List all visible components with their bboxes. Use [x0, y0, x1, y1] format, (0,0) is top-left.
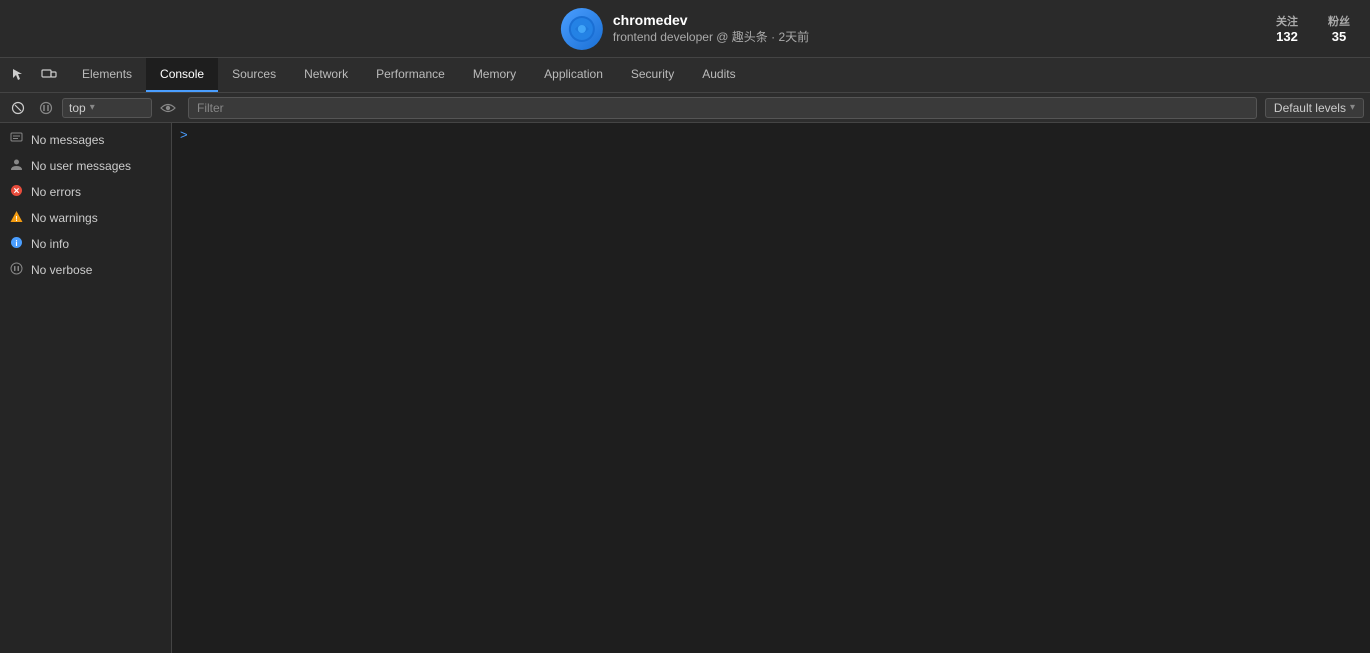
- sidebar-item-verbose[interactable]: No verbose: [0, 257, 171, 283]
- log-levels-button[interactable]: Default levels ▾: [1265, 98, 1364, 118]
- tab-elements[interactable]: Elements: [68, 58, 146, 92]
- profile-stats: 关注 132 粉丝 35: [1276, 13, 1350, 44]
- user-info: chromedev frontend developer @ 趣头条 · 2天前: [613, 12, 809, 45]
- avatar: [561, 8, 603, 50]
- sidebar-messages-label: No messages: [31, 133, 104, 147]
- devtools-icons-left: [0, 58, 68, 92]
- stat-fans: 粉丝 35: [1328, 13, 1350, 44]
- sidebar-errors-label: No errors: [31, 185, 81, 199]
- console-output[interactable]: >: [172, 123, 1370, 653]
- device-toolbar-icon[interactable]: [36, 62, 62, 88]
- filter-input[interactable]: [197, 101, 1248, 115]
- prompt-symbol: >: [180, 127, 188, 142]
- svg-text:i: i: [15, 239, 17, 248]
- log-levels-label: Default levels: [1274, 101, 1346, 115]
- sidebar-item-messages[interactable]: No messages: [0, 127, 171, 153]
- info-icon: i: [10, 236, 23, 252]
- svg-text:✕: ✕: [13, 187, 20, 196]
- user-subtitle: frontend developer @ 趣头条 · 2天前: [613, 28, 809, 45]
- context-selector[interactable]: top ▾: [62, 98, 152, 118]
- tab-performance[interactable]: Performance: [362, 58, 459, 92]
- user-profile: chromedev frontend developer @ 趣头条 · 2天前: [561, 8, 809, 50]
- sidebar-item-warnings[interactable]: ! No warnings: [0, 205, 171, 231]
- sidebar-item-info[interactable]: i No info: [0, 231, 171, 257]
- main-area: No messages No user messages ✕ No errors: [0, 123, 1370, 653]
- svg-text:!: !: [15, 216, 17, 223]
- clear-console-icon[interactable]: [6, 96, 30, 120]
- log-levels-dropdown-icon: ▾: [1350, 102, 1355, 113]
- tab-security[interactable]: Security: [617, 58, 688, 92]
- sidebar-info-label: No info: [31, 237, 69, 251]
- sidebar-warnings-label: No warnings: [31, 211, 98, 225]
- console-prompt: >: [172, 123, 1370, 146]
- stat-followers-value: 关注: [1276, 13, 1298, 29]
- stat-fans-label: 粉丝: [1328, 13, 1350, 29]
- messages-icon: [10, 132, 23, 148]
- tab-sources[interactable]: Sources: [218, 58, 290, 92]
- stat-followers: 关注 132: [1276, 13, 1298, 44]
- user-icon: [10, 158, 23, 174]
- context-value: top: [69, 101, 86, 115]
- console-sidebar: No messages No user messages ✕ No errors: [0, 123, 172, 653]
- filter-input-wrap: [188, 97, 1257, 119]
- context-dropdown-icon: ▾: [90, 102, 95, 113]
- console-toolbar: top ▾ Default levels ▾: [0, 93, 1370, 123]
- tab-memory[interactable]: Memory: [459, 58, 530, 92]
- verbose-icon: [10, 262, 23, 278]
- sidebar-item-user-messages[interactable]: No user messages: [0, 153, 171, 179]
- warning-icon: !: [10, 210, 23, 226]
- pause-on-exceptions-icon[interactable]: [34, 96, 58, 120]
- tab-network[interactable]: Network: [290, 58, 362, 92]
- devtools-tab-bar: Elements Console Sources Network Perform…: [0, 58, 1370, 93]
- inspect-element-icon[interactable]: [6, 62, 32, 88]
- tab-console[interactable]: Console: [146, 58, 218, 92]
- sidebar-verbose-label: No verbose: [31, 263, 92, 277]
- sidebar-user-messages-label: No user messages: [31, 159, 131, 173]
- stat-followers-count: 132: [1276, 29, 1298, 44]
- eye-icon[interactable]: [156, 96, 180, 120]
- stat-fans-count: 35: [1328, 29, 1350, 44]
- top-bar: chromedev frontend developer @ 趣头条 · 2天前…: [0, 0, 1370, 58]
- error-icon: ✕: [10, 184, 23, 200]
- tab-audits[interactable]: Audits: [688, 58, 749, 92]
- tab-application[interactable]: Application: [530, 58, 617, 92]
- sidebar-item-errors[interactable]: ✕ No errors: [0, 179, 171, 205]
- username: chromedev: [613, 12, 809, 28]
